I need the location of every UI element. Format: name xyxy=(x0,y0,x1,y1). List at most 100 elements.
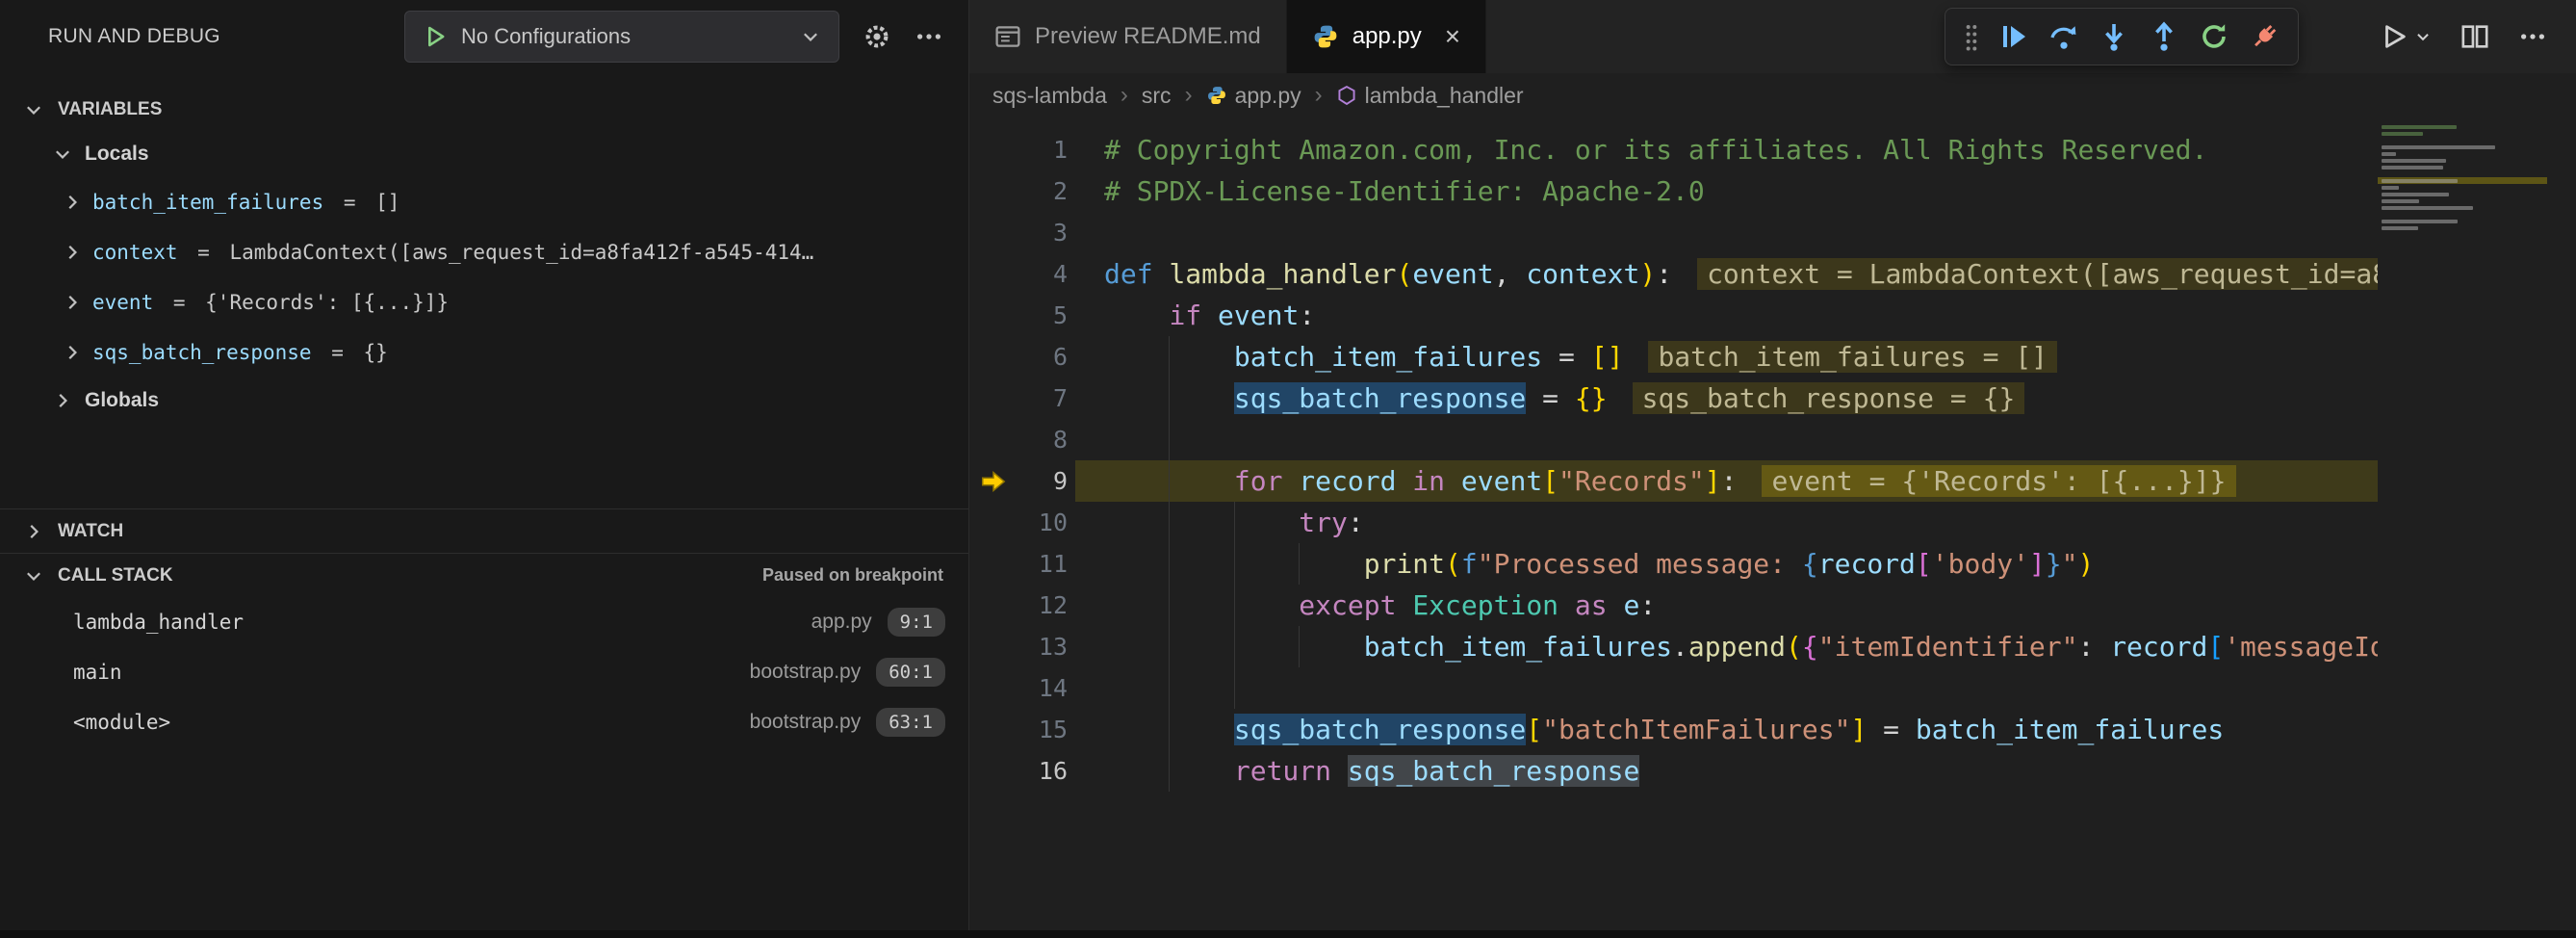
code-token: "Records" xyxy=(1558,465,1705,497)
gutter-row[interactable]: 9 xyxy=(969,460,1075,502)
code-token: ] xyxy=(1705,465,1721,497)
scope-row-locals[interactable]: Locals xyxy=(0,131,968,177)
code-line[interactable]: try: xyxy=(1075,502,2378,543)
minimap-line xyxy=(2378,218,2547,224)
gutter-row[interactable]: 1 xyxy=(969,129,1075,170)
variable-row[interactable]: event = {'Records': [{...}]} xyxy=(0,277,968,327)
code-line[interactable]: for record in event["Records"]:event = {… xyxy=(1075,460,2378,502)
code-line[interactable]: print(f"Processed message: {record['body… xyxy=(1075,543,2378,585)
gear-icon[interactable] xyxy=(863,22,891,51)
code-token: batch_item_failures xyxy=(1234,341,1542,373)
variable-row[interactable]: batch_item_failures = [] xyxy=(0,177,968,227)
code-token: record xyxy=(1818,548,1916,580)
indent-guide xyxy=(1169,667,1170,709)
minimap-line xyxy=(2378,204,2547,211)
gutter-row[interactable]: 5 xyxy=(969,295,1075,336)
python-icon xyxy=(1312,23,1339,50)
gutter[interactable]: 12345678910111213141516 xyxy=(969,129,1075,938)
code-token: batch_item_failures xyxy=(1916,714,2224,745)
scope-row-globals[interactable]: Globals xyxy=(0,378,968,424)
more-actions-icon[interactable] xyxy=(2518,22,2547,51)
variable-value: {'Records': [{...}]} xyxy=(205,291,449,314)
code-line[interactable] xyxy=(1075,212,2378,253)
disconnect-icon[interactable] xyxy=(2242,14,2286,59)
continue-icon[interactable] xyxy=(1992,14,2036,59)
gutter-row[interactable]: 16 xyxy=(969,750,1075,792)
code-line[interactable]: sqs_batch_response["batchItemFailures"] … xyxy=(1075,709,2378,750)
drag-handle-icon[interactable] xyxy=(1957,14,1986,59)
code-token: " xyxy=(2062,548,2078,580)
minimap-line xyxy=(2378,224,2547,231)
stack-frame-row[interactable]: lambda_handler app.py 9:1 xyxy=(0,597,968,647)
code-line[interactable]: except Exception as e: xyxy=(1075,585,2378,626)
gutter-row[interactable]: 10 xyxy=(969,502,1075,543)
code-token: batch_item_failures xyxy=(1364,631,1672,663)
code-token: 'messageId' xyxy=(2224,631,2378,663)
step-into-icon[interactable] xyxy=(2092,14,2136,59)
breadcrumb-item[interactable]: lambda_handler xyxy=(1336,83,1524,109)
scope-label: Globals xyxy=(85,389,159,412)
code-token: ( xyxy=(1786,631,1802,663)
panel-spacer xyxy=(0,424,968,508)
inline-debug-value: context = LambdaContext([aws_request_id=… xyxy=(1697,258,2378,290)
more-actions-icon[interactable] xyxy=(914,22,943,51)
code-token: [ xyxy=(1526,714,1542,745)
code-token: } xyxy=(2046,548,2062,580)
breadcrumb-item[interactable]: app.py xyxy=(1206,83,1301,109)
code-line[interactable] xyxy=(1075,667,2378,709)
code-line[interactable]: if event: xyxy=(1075,295,2378,336)
code-token: [] xyxy=(1591,341,1624,373)
restart-icon[interactable] xyxy=(2192,14,2236,59)
step-over-icon[interactable] xyxy=(2042,14,2086,59)
stack-frame-row[interactable]: main bootstrap.py 60:1 xyxy=(0,647,968,697)
breadcrumb-item[interactable]: src xyxy=(1142,83,1172,109)
code-token: [ xyxy=(2207,631,2224,663)
gutter-row[interactable]: 7 xyxy=(969,378,1075,419)
gutter-row[interactable]: 11 xyxy=(969,543,1075,585)
code-line[interactable]: sqs_batch_response = {}sqs_batch_respons… xyxy=(1075,378,2378,419)
code-line[interactable]: batch_item_failures = []batch_item_failu… xyxy=(1075,336,2378,378)
run-icon[interactable] xyxy=(2380,22,2432,51)
gutter-row[interactable]: 15 xyxy=(969,709,1075,750)
variable-row[interactable]: context = LambdaContext([aws_request_id=… xyxy=(0,227,968,277)
code-line[interactable]: return sqs_batch_response xyxy=(1075,750,2378,792)
watch-section-header[interactable]: WATCH xyxy=(0,508,968,553)
tab-app-py[interactable]: app.py × xyxy=(1287,0,1486,73)
indent-guide xyxy=(1234,543,1235,585)
variables-section-header[interactable]: VARIABLES xyxy=(0,89,968,131)
split-editor-icon[interactable] xyxy=(2460,22,2489,51)
variable-row[interactable]: sqs_batch_response = {} xyxy=(0,327,968,378)
tab-preview-readme[interactable]: Preview README.md xyxy=(969,0,1287,73)
code-token: : xyxy=(1299,300,1315,331)
gutter-row[interactable]: 6 xyxy=(969,336,1075,378)
equals-sign: = xyxy=(320,341,356,364)
watch-section-label: WATCH xyxy=(58,521,123,542)
breadcrumb-item[interactable]: sqs-lambda xyxy=(992,83,1107,109)
gutter-row[interactable]: 13 xyxy=(969,626,1075,667)
minimap[interactable] xyxy=(2378,123,2547,231)
gutter-row[interactable]: 12 xyxy=(969,585,1075,626)
minimap-line xyxy=(2378,177,2547,184)
paused-status: Paused on breakpoint xyxy=(762,565,968,586)
code-line[interactable] xyxy=(1075,419,2378,460)
gutter-row[interactable]: 4 xyxy=(969,253,1075,295)
debug-config-dropdown[interactable]: No Configurations xyxy=(404,11,839,63)
code-line[interactable]: batch_item_failures.append({"itemIdentif… xyxy=(1075,626,2378,667)
gutter-row[interactable]: 3 xyxy=(969,212,1075,253)
gutter-row[interactable]: 2 xyxy=(969,170,1075,212)
code-token: sqs_batch_response xyxy=(1234,382,1526,414)
line-number: 15 xyxy=(969,716,1075,743)
call-stack-section-header[interactable]: CALL STACK Paused on breakpoint xyxy=(0,553,968,597)
code-lines[interactable]: # Copyright Amazon.com, Inc. or its affi… xyxy=(1075,129,2378,938)
step-out-icon[interactable] xyxy=(2142,14,2186,59)
indent-guide xyxy=(1169,336,1170,378)
code-line[interactable]: def lambda_handler(event, context):conte… xyxy=(1075,253,2378,295)
gutter-row[interactable]: 14 xyxy=(969,667,1075,709)
code-token: = xyxy=(1526,382,1575,414)
gutter-row[interactable]: 8 xyxy=(969,419,1075,460)
code-line[interactable]: # SPDX-License-Identifier: Apache-2.0 xyxy=(1075,170,2378,212)
code-line[interactable]: # Copyright Amazon.com, Inc. or its affi… xyxy=(1075,129,2378,170)
chevron-right-icon xyxy=(60,292,85,313)
stack-frame-row[interactable]: <module> bootstrap.py 63:1 xyxy=(0,697,968,747)
close-icon[interactable]: × xyxy=(1445,23,1460,50)
